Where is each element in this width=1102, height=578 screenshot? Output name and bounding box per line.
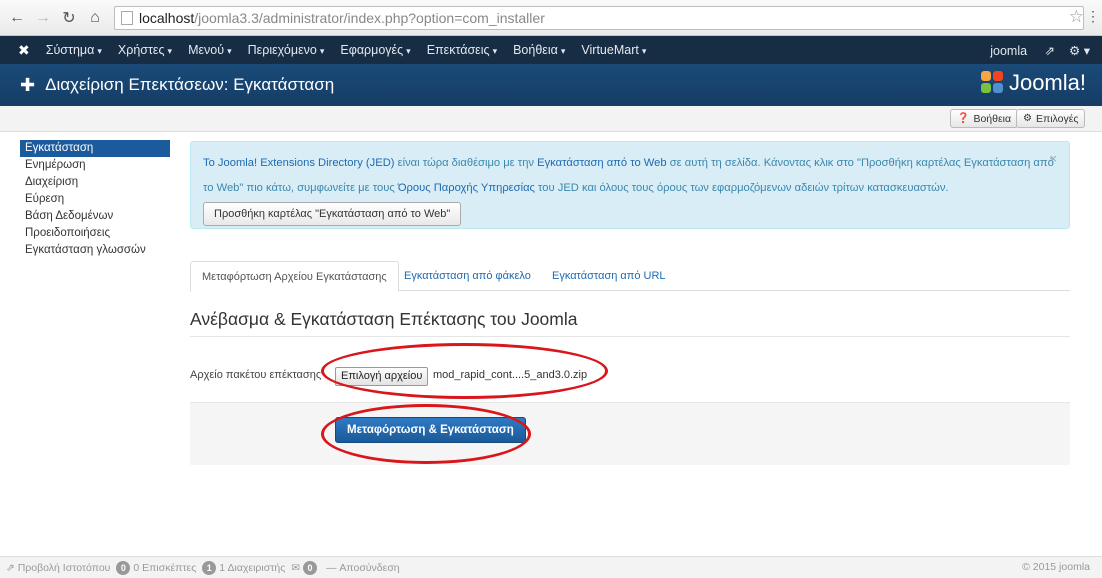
visitors-badge: 0 <box>116 560 131 575</box>
help-button[interactable]: ❓ Βοήθεια <box>950 109 1019 128</box>
nav-label: Εφαρμογές <box>340 43 404 57</box>
user-name: joomla <box>990 43 1028 58</box>
admin-navbar: ✖ Σύστημα ▾ Χρήστες ▾ Μενού ▾ Περιεχόμενο ▾ … <box>0 36 1102 64</box>
options-label: Επιλογές <box>1035 112 1079 125</box>
copyright: © 2015 joomla <box>1022 561 1090 573</box>
sidebar-item-manage[interactable]: Διαχείριση <box>20 174 170 191</box>
back-icon[interactable]: ← <box>8 9 26 27</box>
url-path: /joomla3.3/administrator/index.php?optio… <box>194 10 545 26</box>
toolbar: ❓ Βοήθεια ⚙ Επιλογές <box>0 106 1102 132</box>
sidebar-item-database[interactable]: Βάση Δεδομένων <box>20 208 170 225</box>
options-button[interactable]: ⚙ Επιλογές <box>1016 109 1086 128</box>
view-site-label: Προβολή Ιστοτόπου <box>17 561 111 574</box>
messages-badge: 0 <box>302 560 317 575</box>
choose-file-button[interactable]: Επιλογή αρχείου <box>335 367 429 386</box>
upload-install-button[interactable]: Μεταφόρτωση & Εγκατάσταση <box>335 417 526 443</box>
sidebar: Εγκατάσταση Ενημέρωση Διαχείριση Εύρεση … <box>20 140 170 259</box>
nav-label: VirtueMart <box>581 43 639 57</box>
alert-text: του JED και όλους τους όρους των εφαρμοζ… <box>534 182 949 194</box>
page-title: Διαχείριση Επεκτάσεων: Εγκατάσταση <box>45 75 335 94</box>
package-file-label: Αρχείο πακέτου επέκτασης <box>190 369 322 381</box>
reload-icon[interactable]: ↻ <box>60 8 78 28</box>
nav-menu-components[interactable]: Εφαρμογές ▾ <box>340 43 410 57</box>
nav-menu-menus[interactable]: Μενού ▾ <box>188 43 232 57</box>
tab-upload-package[interactable]: Μεταφόρτωση Αρχείου Εγκατάστασης <box>190 261 399 292</box>
forward-icon[interactable]: → <box>34 9 52 27</box>
nav-label: Βοήθεια <box>513 43 558 57</box>
gear-icon: ⚙ <box>1023 113 1032 124</box>
external-link-icon: ⇗ <box>1044 43 1056 58</box>
install-from-web-link[interactable]: Εγκατάσταση από το Web <box>537 157 667 169</box>
address-bar[interactable]: localhost/joomla3.3/administrator/index.… <box>114 6 1084 30</box>
settings-gear-icon[interactable]: ⚙ ▾ <box>1069 43 1090 58</box>
close-icon[interactable]: × <box>1049 146 1057 171</box>
status-bar: ⇗ Προβολή Ιστοτόπου 00 Επισκέπτες 11 Δια… <box>0 556 1102 578</box>
bookmark-star-icon[interactable]: ☆ <box>1069 7 1084 27</box>
upload-section-title: Ανέβασμα & Εγκατάσταση Επέκτασης του Joo… <box>190 309 578 329</box>
nav-menu-virtuemart[interactable]: VirtueMart ▾ <box>581 43 646 57</box>
alert-text: είναι τώρα διαθέσιμο με την <box>394 157 538 169</box>
sidebar-item-warnings[interactable]: Προειδοποιήσεις <box>20 225 170 242</box>
nav-label: Περιεχόμενο <box>247 43 317 57</box>
tab-install-from-folder[interactable]: Εγκατάσταση από φάκελο <box>393 261 542 291</box>
nav-label: Σύστημα <box>45 43 95 57</box>
question-icon: ❓ <box>957 113 970 124</box>
tab-install-from-url[interactable]: Εγκατάσταση από URL <box>541 261 677 291</box>
home-icon[interactable]: ⌂ <box>86 9 104 27</box>
admins-badge: 1 <box>202 560 217 575</box>
joomla-logo-icon <box>980 71 1005 95</box>
page-icon <box>121 11 133 25</box>
nav-label: Χρήστες <box>117 43 165 57</box>
logout-label: Αποσύνδεση <box>339 561 400 574</box>
nav-user-link[interactable]: joomla ⇗ <box>976 43 1055 58</box>
form-actions: Μεταφόρτωση & Εγκατάσταση <box>190 402 1070 465</box>
add-web-install-tab-button[interactable]: Προσθήκη καρτέλας "Εγκατάσταση από το We… <box>203 202 462 226</box>
sidebar-item-install[interactable]: Εγκατάσταση <box>20 140 170 157</box>
sidebar-item-discover[interactable]: Εύρεση <box>20 191 170 208</box>
puzzle-icon: ✚ <box>20 74 36 95</box>
url-host: localhost <box>139 10 195 26</box>
minus-icon: — <box>325 561 340 574</box>
sidebar-item-languages[interactable]: Εγκατάσταση γλωσσών <box>20 242 170 259</box>
admins-label: 1 Διαχειριστής <box>219 561 286 574</box>
nav-label: Μενού <box>188 43 225 57</box>
envelope-icon: ✉ <box>291 561 303 574</box>
joomla-logo-text: Joomla! <box>1008 70 1086 95</box>
admins-status: 11 Διαχειριστής <box>202 560 286 575</box>
alert-message: Το Joomla! Extensions Directory (JED) εί… <box>203 151 1057 201</box>
joomla-nav-logo-icon[interactable]: ✖ <box>18 42 30 59</box>
terms-of-service-link[interactable]: Όρους Παροχής Υπηρεσίας <box>398 182 535 194</box>
install-tabs: Μεταφόρτωση Αρχείου Εγκατάστασης Εγκατάσ… <box>190 261 1070 292</box>
messages-status[interactable]: ✉ 0 <box>291 560 320 575</box>
jed-info-alert: × Το Joomla! Extensions Directory (JED) … <box>190 141 1070 229</box>
browser-menu-icon[interactable]: ⋮ <box>1086 8 1100 25</box>
joomla-logo: Joomla! <box>980 70 1086 96</box>
sidebar-item-update[interactable]: Ενημέρωση <box>20 157 170 174</box>
nav-label: Επεκτάσεις <box>426 43 490 57</box>
page-header: ✚ Διαχείριση Επεκτάσεων: Εγκατάσταση Joo… <box>0 64 1102 106</box>
nav-menu-extensions[interactable]: Επεκτάσεις ▾ <box>427 43 497 57</box>
nav-menu-help[interactable]: Βοήθεια ▾ <box>513 43 565 57</box>
nav-menu-content[interactable]: Περιεχόμενο ▾ <box>248 43 325 57</box>
nav-menu-system[interactable]: Σύστημα ▾ <box>46 43 102 57</box>
divider <box>190 336 1070 337</box>
logout-link[interactable]: — Αποσύνδεση <box>326 562 400 574</box>
help-label: Βοήθεια <box>973 112 1012 125</box>
visitors-status: 00 Επισκέπτες <box>116 560 197 575</box>
external-link-icon: ⇗ <box>6 561 18 574</box>
visitors-label: 0 Επισκέπτες <box>133 561 197 574</box>
selected-file-name: mod_rapid_cont....5_and3.0.zip <box>433 369 588 381</box>
jed-link[interactable]: Το Joomla! Extensions Directory (JED) <box>203 157 395 169</box>
browser-toolbar: ← → ↻ ⌂ localhost/joomla3.3/administrato… <box>0 0 1102 36</box>
nav-menu-users[interactable]: Χρήστες ▾ <box>118 43 172 57</box>
view-site-link[interactable]: ⇗ Προβολή Ιστοτόπου <box>6 562 110 574</box>
